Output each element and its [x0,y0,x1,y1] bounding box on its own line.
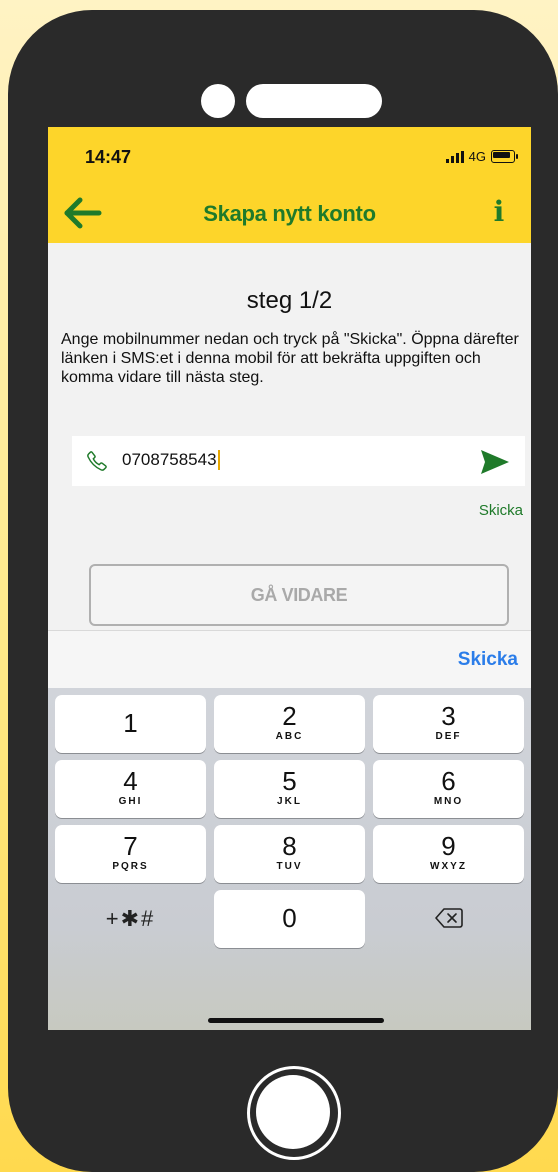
speaker-grille [246,84,382,118]
numeric-keyboard: 1 2 ABC 3 DEF 4 GHI 5 JKL 6 MNO 7 PQRS 8… [48,688,531,1030]
phone-number-field[interactable]: 0708758543 [72,436,525,486]
status-indicators: 4G [445,149,518,164]
key-5[interactable]: 5 JKL [214,760,365,818]
keyboard-accessory-bar: Skicka [48,630,531,689]
key-letters: PQRS [112,861,149,872]
key-digit: 9 [441,831,456,861]
instructions-text: Ange mobilnummer nedan och tryck på "Ski… [61,331,519,386]
backspace-icon [435,908,463,928]
send-link[interactable]: Skicka [479,502,523,519]
key-digit: 2 [282,701,297,731]
key-digit: 7 [123,831,138,861]
key-backspace[interactable] [373,890,524,948]
camera-dot [201,84,235,118]
key-letters: ABC [275,731,304,742]
screen: 14:47 4G Skapa nytt konto i steg 1/2 Ang… [48,127,531,1030]
step-title: steg 1/2 [246,287,333,314]
key-digit: 1 [123,708,138,738]
key-0[interactable]: 0 [214,890,365,948]
home-indicator [208,1018,384,1023]
key-3[interactable]: 3 DEF [373,695,524,753]
key-7[interactable]: 7 PQRS [55,825,206,883]
signal-icon [445,150,464,163]
send-icon[interactable] [479,448,511,476]
home-button[interactable] [247,1066,341,1160]
continue-button[interactable]: GÅ VIDARE [89,564,509,626]
key-letters: JKL [277,796,302,807]
key-symbols[interactable]: +✱# [55,890,206,948]
status-bar: 14:47 4G [48,127,531,183]
key-digit: 0 [282,903,297,933]
keyboard-send-button[interactable]: Skicka [458,649,518,671]
nav-bar: Skapa nytt konto i [48,183,531,243]
key-letters: MNO [433,796,464,807]
phone-number-value: 0708758543 [122,450,220,470]
key-digit: 4 [123,766,138,796]
key-letters: DEF [435,731,462,742]
key-digit: 6 [441,766,456,796]
key-digit: 3 [441,701,456,731]
phone-frame: 14:47 4G Skapa nytt konto i steg 1/2 Ang… [8,10,558,1172]
key-1[interactable]: 1 [55,695,206,753]
page-title: Skapa nytt konto [203,201,376,226]
network-label: 4G [468,149,486,164]
key-4[interactable]: 4 GHI [55,760,206,818]
key-letters: GHI [118,796,143,807]
battery-icon [491,150,518,163]
symbols-label: +✱# [105,906,156,931]
key-9[interactable]: 9 WXYZ [373,825,524,883]
key-letters: WXYZ [430,861,467,872]
key-digit: 8 [282,831,297,861]
key-6[interactable]: 6 MNO [373,760,524,818]
phone-icon [87,451,107,471]
info-button[interactable]: i [481,195,517,235]
key-2[interactable]: 2 ABC [214,695,365,753]
key-digit: 5 [282,766,297,796]
key-8[interactable]: 8 TUV [214,825,365,883]
status-time: 14:47 [85,147,132,167]
key-letters: TUV [276,861,303,872]
